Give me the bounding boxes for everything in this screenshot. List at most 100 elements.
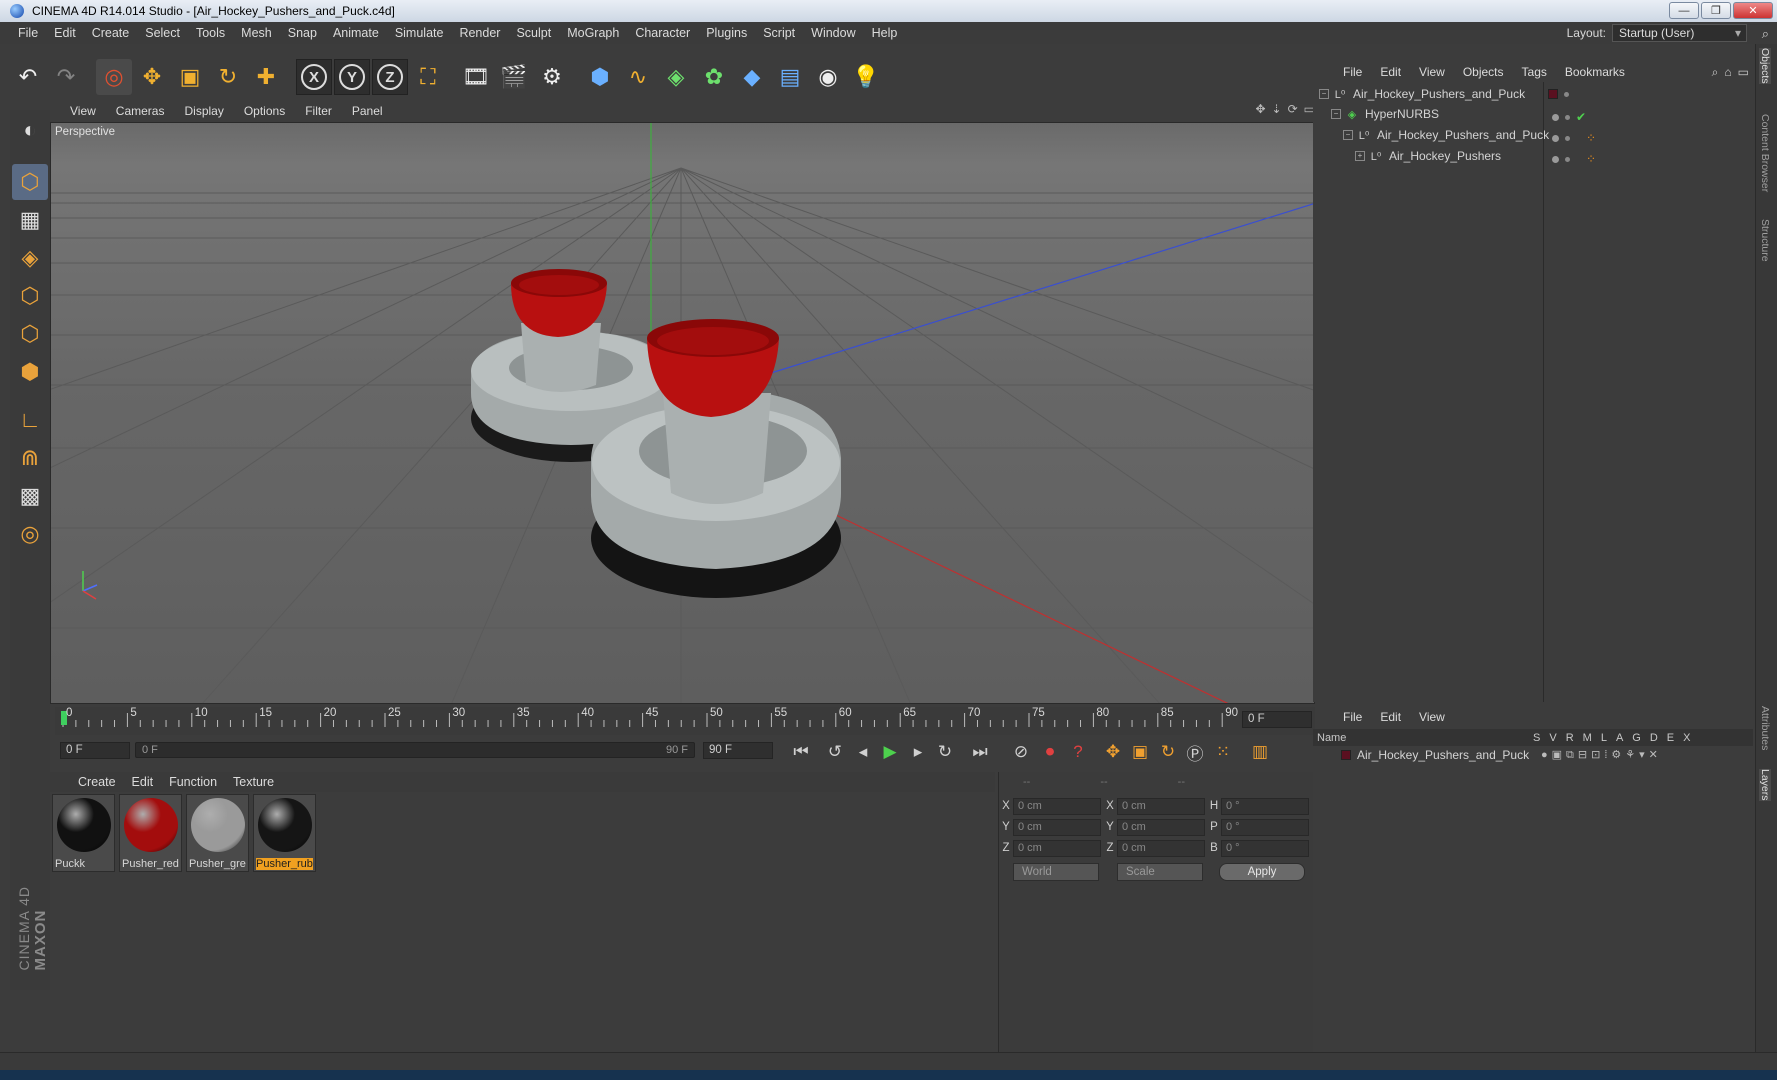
menu-simulate[interactable]: Simulate — [387, 26, 452, 40]
key-position-icon[interactable]: ✥ — [1100, 740, 1126, 764]
expand-icon[interactable]: + — [1355, 151, 1365, 161]
om-search-icon[interactable]: ⌕ — [1712, 65, 1719, 80]
current-frame-field[interactable]: 0 F — [1242, 711, 1312, 728]
redo-icon[interactable]: ↷ — [48, 59, 84, 95]
layer-color-swatch[interactable] — [1341, 750, 1351, 760]
texture-mode-icon[interactable]: ▦ — [12, 202, 48, 238]
menu-render[interactable]: Render — [451, 26, 508, 40]
start-frame-field[interactable]: 0 F — [60, 742, 130, 759]
workplane-lock-icon[interactable]: ▩ — [12, 478, 48, 514]
mograph-cloner-icon[interactable]: ✿ — [696, 59, 732, 95]
menu-plugins[interactable]: Plugins — [698, 26, 755, 40]
live-selection-icon[interactable]: ◎ — [96, 59, 132, 95]
autokey-icon[interactable]: ⏺ — [1037, 740, 1063, 764]
om-menu-view[interactable]: View — [1419, 65, 1445, 79]
om-menu-edit[interactable]: Edit — [1380, 65, 1401, 79]
record-keys-icon[interactable]: ⊘ — [1008, 740, 1034, 764]
om-home-icon[interactable]: ⌂ — [1724, 65, 1731, 80]
add-object-icon[interactable]: ✚ — [248, 59, 284, 95]
material-menu-texture[interactable]: Texture — [233, 775, 274, 789]
goto-end-icon[interactable]: ⏭ — [967, 740, 993, 764]
make-editable-icon[interactable]: ◐ — [12, 112, 48, 148]
object-visibility-dots[interactable] — [1548, 89, 1569, 99]
lm-menu-file[interactable]: File — [1343, 710, 1362, 724]
workplane-mode-icon[interactable]: ◈ — [12, 240, 48, 276]
material-menu-create[interactable]: Create — [78, 775, 116, 789]
object-visibility-dots[interactable]: ✔ — [1552, 110, 1586, 124]
menu-script[interactable]: Script — [755, 26, 803, 40]
goto-start-icon[interactable]: ⏮ — [788, 740, 814, 764]
orbit-view-icon[interactable]: ⟳ — [1288, 102, 1298, 116]
viewport-menu-filter[interactable]: Filter — [305, 104, 332, 118]
object-row[interactable]: − L⁰ Air_Hockey_Pushers_and_Puck — [1313, 84, 1753, 104]
scale-icon[interactable]: ▣ — [172, 59, 208, 95]
rotation-b-field[interactable]: 0 ° — [1221, 840, 1309, 857]
menu-select[interactable]: Select — [137, 26, 188, 40]
material-swatch[interactable]: Pusher_red — [119, 794, 182, 872]
lm-menu-edit[interactable]: Edit — [1380, 710, 1401, 724]
material-menu-edit[interactable]: Edit — [132, 775, 154, 789]
keyframe-selection-icon[interactable]: ? — [1065, 740, 1091, 764]
layer-flags-icons[interactable]: ●▣⧉⊟⊡⁞⚙⚘▾✕ — [1541, 748, 1662, 762]
viewport-menu-display[interactable]: Display — [184, 104, 223, 118]
render-settings-icon[interactable]: ⚙ — [534, 59, 570, 95]
texture-tag-icon[interactable]: ⁘ — [1586, 131, 1596, 145]
goto-previous-key-icon[interactable]: ↺ — [822, 740, 848, 764]
floor-environment-icon[interactable]: ▤ — [772, 59, 808, 95]
object-row[interactable]: − ◈ HyperNURBS — [1313, 104, 1753, 124]
position-y-field[interactable]: 0 cm — [1013, 819, 1101, 836]
viewport-menu-options[interactable]: Options — [244, 104, 285, 118]
camera-icon[interactable]: ◉ — [810, 59, 846, 95]
menu-animate[interactable]: Animate — [325, 26, 387, 40]
tab-content-browser[interactable]: Content Browser — [1759, 114, 1771, 192]
object-visibility-dots[interactable]: ⁘ — [1552, 131, 1596, 145]
enabled-check-icon[interactable]: ✔ — [1576, 110, 1586, 124]
preview-range-slider[interactable]: 0 F 90 F — [135, 742, 695, 758]
dolly-view-icon[interactable]: ⇣ — [1272, 102, 1282, 116]
timeline-window-icon[interactable]: ▥ — [1247, 740, 1273, 764]
end-frame-field[interactable]: 90 F — [703, 742, 773, 759]
render-view-icon[interactable]: 🎞 — [458, 59, 494, 95]
collapse-icon[interactable]: − — [1343, 130, 1353, 140]
soft-selection-icon[interactable]: ◎ — [12, 516, 48, 552]
tab-structure[interactable]: Structure — [1759, 219, 1771, 262]
menu-create[interactable]: Create — [84, 26, 138, 40]
om-menu-bookmarks[interactable]: Bookmarks — [1565, 65, 1625, 79]
material-menu-function[interactable]: Function — [169, 775, 217, 789]
texture-tag-icon[interactable]: ⁘ — [1586, 152, 1596, 166]
menu-help[interactable]: Help — [864, 26, 906, 40]
render-picture-viewer-icon[interactable]: 🎬 — [496, 59, 532, 95]
menu-edit[interactable]: Edit — [46, 26, 84, 40]
rotation-p-field[interactable]: 0 ° — [1221, 819, 1309, 836]
key-pla-icon[interactable]: ⁙ — [1210, 740, 1236, 764]
nurbs-icon[interactable]: ◈ — [658, 59, 694, 95]
material-swatch[interactable]: Pusher_gre — [186, 794, 249, 872]
spline-icon[interactable]: ∿ — [620, 59, 656, 95]
move-icon[interactable]: ✥ — [134, 59, 170, 95]
light-icon[interactable]: 💡 — [848, 59, 884, 95]
collapse-icon[interactable]: − — [1331, 109, 1341, 119]
rotation-h-field[interactable]: 0 ° — [1221, 798, 1309, 815]
position-z-field[interactable]: 0 cm — [1013, 840, 1101, 857]
size-x-field[interactable]: 0 cm — [1117, 798, 1205, 815]
play-icon[interactable]: ▶ — [877, 740, 903, 764]
object-visibility-dots[interactable]: ⁘ — [1552, 152, 1596, 166]
magnet-snap-icon[interactable]: ⋒ — [12, 440, 48, 476]
menu-mograph[interactable]: MoGraph — [559, 26, 627, 40]
om-menu-file[interactable]: File — [1343, 65, 1362, 79]
goto-next-key-icon[interactable]: ↻ — [932, 740, 958, 764]
viewport-menu-cameras[interactable]: Cameras — [116, 104, 165, 118]
menu-window[interactable]: Window — [803, 26, 863, 40]
coord-type-dropdown[interactable]: Scale — [1117, 863, 1203, 881]
edges-mode-icon[interactable]: ⬡ — [12, 316, 48, 352]
menu-tools[interactable]: Tools — [188, 26, 233, 40]
next-frame-icon[interactable]: ▸ — [905, 740, 931, 764]
key-rotation-icon[interactable]: ↻ — [1155, 740, 1181, 764]
pan-view-icon[interactable]: ✥ — [1255, 102, 1265, 116]
size-z-field[interactable]: 0 cm — [1117, 840, 1205, 857]
timeline-ruler[interactable]: 0 5 10 15 20 25 30 35 40 45 50 55 60 65 70 75 80 85 90 0 F — [55, 707, 1315, 735]
z-axis-lock-icon[interactable]: Z — [372, 59, 408, 95]
om-menu-tags[interactable]: Tags — [1522, 65, 1547, 79]
layout-dropdown[interactable]: Startup (User) — [1612, 24, 1747, 42]
viewport-menu-view[interactable]: View — [70, 104, 96, 118]
